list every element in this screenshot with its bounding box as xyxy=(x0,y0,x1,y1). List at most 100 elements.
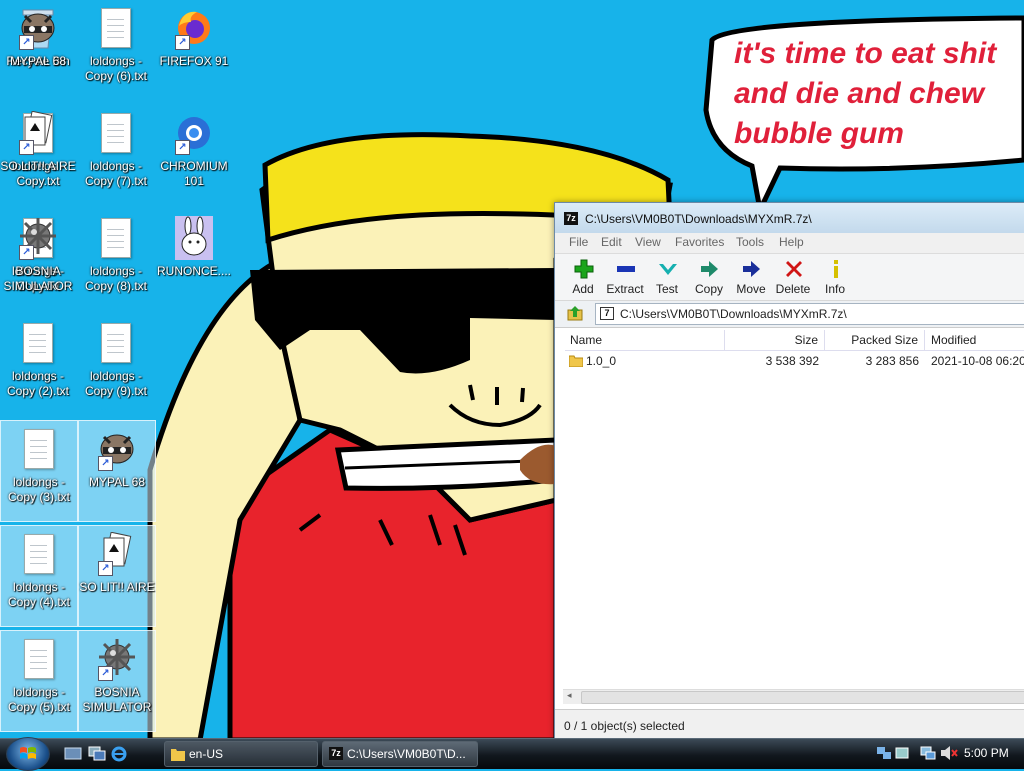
title-bar[interactable]: 7z C:\Users\VM0B0T\Downloads\MYXmR.7z\ xyxy=(555,203,1024,233)
toolbar: Add Extract Test Copy Move Delete Info xyxy=(555,254,1024,301)
desktop-icon[interactable]: ↗ BOSNIA SIMULATOR xyxy=(78,630,156,732)
desktop-icon[interactable]: ↗ SO LIT!! AIRE xyxy=(0,105,76,205)
horizontal-scrollbar[interactable]: ◂ xyxy=(563,689,1024,704)
test-button[interactable]: Test xyxy=(646,256,688,300)
speech-bubble-text: it's time to eat shit and die and chew b… xyxy=(734,34,1024,154)
move-button[interactable]: Move xyxy=(730,256,772,300)
menu-edit[interactable]: Edit xyxy=(601,235,622,249)
raccoon-icon: ↗ xyxy=(98,427,136,471)
row-modified: 2021-10-08 06:20 xyxy=(931,354,1024,368)
list-header: Name Size Packed Size Modified xyxy=(565,330,1024,351)
plus-icon xyxy=(574,259,594,279)
desktop-icon-label: BOSNIA SIMULATOR xyxy=(3,264,73,293)
info-button[interactable]: Info xyxy=(814,256,856,300)
desktop-icon-label: SO LIT!! AIRE xyxy=(79,580,155,594)
desktop-icon[interactable]: RUNONCE.... xyxy=(156,210,232,310)
column-modified[interactable]: Modified xyxy=(925,330,1024,350)
sevenzip-icon: 7z xyxy=(564,212,578,225)
desktop-icon-label: MYPAL 68 xyxy=(9,54,67,68)
taskbar: en-US 7z C:\Users\VM0B0T\D... 5:00 PM xyxy=(0,737,1024,771)
windows-logo-icon xyxy=(20,747,36,759)
taskbar-item-sevenzip[interactable]: 7z C:\Users\VM0B0T\D... xyxy=(322,741,478,767)
folder-icon xyxy=(171,749,185,761)
speech-line: bubble gum xyxy=(734,117,904,150)
internet-explorer-icon[interactable] xyxy=(110,746,128,762)
desktop-icon[interactable]: loldongs - Copy (5).txt xyxy=(0,630,78,732)
desktop-icon-label: loldongs - Copy (6).txt xyxy=(84,54,147,83)
minus-icon xyxy=(617,266,635,272)
desktop-icon[interactable]: ↗ MYPAL 68 xyxy=(0,0,76,100)
info-icon xyxy=(834,260,838,278)
desktop-icon[interactable]: loldongs - Copy (4).txt xyxy=(0,525,78,627)
raccoon-icon: ↗ xyxy=(19,6,57,50)
extract-button[interactable]: Extract xyxy=(604,256,646,300)
playing-cards-icon: ↗ xyxy=(19,110,57,155)
row-name: 1.0_0 xyxy=(586,354,617,368)
scrollbar-thumb[interactable] xyxy=(581,691,1024,704)
desktop-icon-label: MYPAL 68 xyxy=(88,475,146,489)
scroll-left-icon[interactable]: ◂ xyxy=(567,690,572,701)
desktop-icon-label: loldongs - Copy (5).txt xyxy=(7,685,70,714)
menu-help[interactable]: Help xyxy=(779,235,804,249)
desktop-icon[interactable]: ↗ MYPAL 68 xyxy=(78,420,156,522)
copy-label: Copy xyxy=(694,282,723,296)
menu-view[interactable]: View xyxy=(635,235,661,249)
taskbar-item-en-us[interactable]: en-US xyxy=(164,741,318,767)
column-packed-size[interactable]: Packed Size xyxy=(825,330,925,350)
address-bar: 7 C:\Users\VM0B0T\Downloads\MYXmR.7z\ xyxy=(555,301,1024,328)
row-packed-size: 3 283 856 xyxy=(865,354,919,368)
copy-button[interactable]: Copy xyxy=(688,256,730,300)
x-icon xyxy=(786,261,802,277)
check-icon xyxy=(659,264,677,275)
table-row[interactable]: 1.0_0 3 538 392 3 283 856 2021-10-08 06:… xyxy=(565,352,1024,370)
desktop-icon-label: loldongs - Copy (4).txt xyxy=(7,580,70,609)
delete-button[interactable]: Delete xyxy=(772,256,814,300)
desktop-icon[interactable]: loldongs - Copy (2).txt xyxy=(0,315,76,415)
menu-tools[interactable]: Tools xyxy=(736,235,764,249)
bunny-icon xyxy=(175,216,213,260)
desktop-icon-label: SO LIT!! AIRE xyxy=(0,159,76,173)
row-size: 3 538 392 xyxy=(765,354,819,368)
path-text: C:\Users\VM0B0T\Downloads\MYXmR.7z\ xyxy=(620,307,847,321)
monitor-icon[interactable] xyxy=(920,745,936,761)
clock[interactable]: 5:00 PM xyxy=(964,746,1009,760)
text-file-icon xyxy=(20,532,58,576)
add-button[interactable]: Add xyxy=(562,256,604,300)
menu-bar: File Edit View Favorites Tools Help xyxy=(555,233,1024,254)
archive-window[interactable]: 7z C:\Users\VM0B0T\Downloads\MYXmR.7z\ F… xyxy=(554,202,1024,740)
desktop-icon[interactable]: loldongs - Copy (7).txt xyxy=(78,105,154,205)
window-title: C:\Users\VM0B0T\Downloads\MYXmR.7z\ xyxy=(585,212,812,226)
show-desktop-icon[interactable] xyxy=(64,746,82,762)
desktop-icon[interactable]: ↗ CHROMIUM 101 xyxy=(156,105,232,205)
test-label: Test xyxy=(655,282,678,296)
mine-icon: ↗ xyxy=(19,216,57,260)
desktop-icon[interactable]: ↗ FIREFOX 91 xyxy=(156,0,232,100)
desktop-icon[interactable]: loldongs - Copy (6).txt xyxy=(78,0,154,100)
network-icon[interactable] xyxy=(876,745,892,761)
switch-windows-icon[interactable] xyxy=(88,746,106,762)
text-file-icon xyxy=(20,637,58,681)
start-button[interactable] xyxy=(6,737,50,771)
path-input[interactable]: 7 C:\Users\VM0B0T\Downloads\MYXmR.7z\ xyxy=(595,303,1024,325)
desktop-icon[interactable]: loldongs - Copy (9).txt xyxy=(78,315,154,415)
desktop-icon-label: FIREFOX 91 xyxy=(159,54,229,68)
desktop-icon[interactable]: ↗ SO LIT!! AIRE xyxy=(78,525,156,627)
status-bar: 0 / 1 object(s) selected xyxy=(555,709,1024,740)
task-label: C:\Users\VM0B0T\D... xyxy=(347,747,466,761)
desktop-icon-label: loldongs - Copy (7).txt xyxy=(84,159,147,188)
desktop-icon[interactable]: loldongs - Copy (3).txt xyxy=(0,420,78,522)
device-icon[interactable] xyxy=(894,745,910,761)
menu-file[interactable]: File xyxy=(569,235,588,249)
extract-label: Extract xyxy=(606,282,644,296)
desktop-icon[interactable]: loldongs - Copy (8).txt xyxy=(78,210,154,310)
desktop-icon[interactable]: ↗ BOSNIA SIMULATOR xyxy=(0,210,76,310)
menu-favorites[interactable]: Favorites xyxy=(675,235,724,249)
up-folder-icon[interactable] xyxy=(567,305,583,321)
desktop-icon-label: RUNONCE.... xyxy=(156,264,231,278)
text-file-icon xyxy=(97,321,135,365)
playing-cards-icon: ↗ xyxy=(98,531,136,576)
column-size[interactable]: Size xyxy=(725,330,825,350)
speech-line: it's time to eat shit xyxy=(734,37,997,70)
volume-muted-icon[interactable] xyxy=(940,745,958,761)
column-name[interactable]: Name xyxy=(565,330,725,350)
